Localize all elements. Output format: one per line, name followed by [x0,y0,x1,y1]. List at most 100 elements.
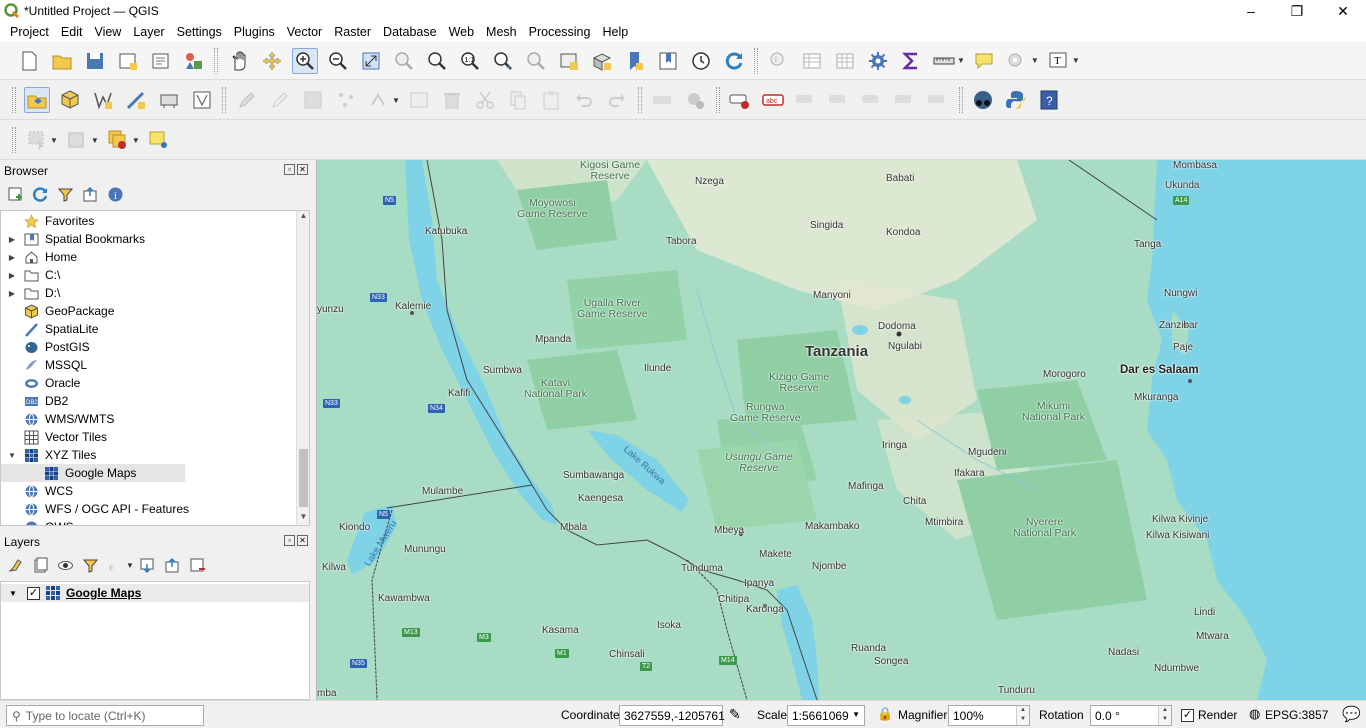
browser-item-wms-wmts[interactable]: WMS/WMTS [1,410,114,428]
zoom-to-selection-button[interactable] [391,48,417,74]
refresh-button[interactable] [721,48,747,74]
menu-settings[interactable]: Settings [171,22,228,42]
browser-item-favorites[interactable]: Favorites [1,212,94,230]
layers-close-button[interactable]: ✕ [297,535,308,546]
open-layer-styling-icon[interactable] [4,554,26,576]
identify-pin-button[interactable] [146,127,172,153]
pan-to-selection-button[interactable] [259,48,285,74]
magnifier-spin-arrows[interactable]: ▲ ▼ [1016,706,1029,725]
browser-item-spatialite[interactable]: SpatiaLite [1,320,98,338]
undo-button[interactable] [571,87,597,113]
browser-item-google-maps[interactable]: Google Maps [1,464,185,482]
browser-item-wcs[interactable]: WCS [1,482,73,500]
refresh-icon[interactable] [29,183,51,205]
toolbar-grip[interactable] [222,87,226,113]
menu-edit[interactable]: Edit [55,22,89,42]
new-project-button[interactable] [16,48,42,74]
new-spatialite-layer-button[interactable] [123,87,149,113]
browser-item-ows[interactable]: OWS [1,518,74,525]
processing-toolbox-button[interactable] [865,48,891,74]
redo-button[interactable] [604,87,630,113]
toggle-extents-icon[interactable]: ✎ [729,706,741,723]
toolbar-grip[interactable] [754,47,758,74]
add-group-icon[interactable] [29,554,51,576]
menu-project[interactable]: Project [4,22,55,42]
rotation-spin-arrows[interactable]: ▲ ▼ [1158,706,1171,725]
expand-arrow[interactable]: ▶ [7,235,17,244]
expand-all-icon[interactable] [137,554,159,576]
zoom-out-button[interactable] [325,48,351,74]
pin-unpin-labels-button[interactable] [793,87,819,113]
measure-dropdown-arrow[interactable]: ▼ [957,56,965,65]
zoom-to-layer-button[interactable] [424,48,450,74]
toolbar-grip[interactable] [958,87,963,113]
browser-item-postgis[interactable]: PostGIS [1,338,90,356]
filter-legend-icon[interactable] [79,554,101,576]
select-by-value-button[interactable] [64,127,90,153]
python-console-button[interactable] [1003,87,1029,113]
toolbar-grip[interactable] [637,87,642,113]
scale-dropdown-arrow[interactable]: ▼ [852,710,860,719]
menu-web[interactable]: Web [443,22,480,42]
remove-layer-icon[interactable] [187,554,209,576]
layer-row-google-maps[interactable]: ▼ ✓ Google Maps [1,584,309,602]
save-layer-edits-button[interactable] [300,87,326,113]
menu-vector[interactable]: Vector [281,22,328,42]
scroll-thumb[interactable] [299,449,308,507]
filter-legend-by-expression-icon[interactable]: ε [104,554,126,576]
text-annotation-button[interactable]: T [1045,48,1071,74]
label-toolbar-button[interactable] [649,87,675,113]
browser-item-mssql[interactable]: MSSQL [1,356,87,374]
maximize-button[interactable]: ❐ [1274,0,1320,22]
paste-features-button[interactable] [538,87,564,113]
deselect-all-button[interactable] [105,127,131,153]
change-label-button[interactable] [925,87,951,113]
map-canvas[interactable]: Mombasa Ukunda Tanga Nungwi Zanzibar Paj… [316,160,1366,700]
select-dropdown-arrow[interactable]: ▼ [50,136,58,145]
copy-features-button[interactable] [505,87,531,113]
show-bookmarks-button[interactable] [655,48,681,74]
zoom-in-button[interactable] [291,47,318,74]
delete-selected-button[interactable] [439,87,465,113]
messages-icon[interactable]: 💬 [1342,705,1361,723]
coordinate-field[interactable]: 3627559,-1205761 [619,705,725,726]
zoom-full-button[interactable] [358,48,384,74]
current-edits-button[interactable] [234,87,260,113]
new-map-view-button[interactable] [556,48,582,74]
layout-manager-button[interactable] [148,48,174,74]
crs-globe-icon[interactable]: ◍ [1249,706,1260,722]
open-project-button[interactable] [49,48,75,74]
toolbar-grip[interactable] [214,47,218,74]
save-project-button[interactable] [82,48,108,74]
collapse-all-layers-icon[interactable] [162,554,184,576]
new-shapefile-layer-button[interactable] [90,87,116,113]
browser-item-vector-tiles[interactable]: Vector Tiles [1,428,107,446]
toolbar-grip[interactable] [715,87,720,113]
help-contents-button[interactable]: ? [1036,87,1062,113]
temporal-controller-button[interactable] [688,48,714,74]
toolbar-grip[interactable] [12,127,16,153]
expand-arrow[interactable]: ▶ [7,271,17,280]
browser-close-button[interactable]: ✕ [297,164,308,175]
new-virtual-layer-button[interactable] [156,87,182,113]
browser-item-wfs-ogc-api-features[interactable]: WFS / OGC API - Features [1,500,189,518]
manage-map-themes-icon[interactable] [54,554,76,576]
browser-item-home[interactable]: ▶ Home [1,248,77,266]
filter-icon[interactable] [54,183,76,205]
browser-item-xyz-tiles[interactable]: ▼ XYZ Tiles [1,446,96,464]
move-label-button[interactable] [859,87,885,113]
properties-info-icon[interactable]: i [104,183,126,205]
expand-arrow[interactable]: ▶ [7,289,17,298]
render-checkbox[interactable]: ✓ [1181,709,1194,722]
menu-database[interactable]: Database [377,22,443,42]
browser-item-geopackage[interactable]: GeoPackage [1,302,114,320]
toggle-display-of-unplaced-labels-button[interactable]: abc [760,87,786,113]
menu-view[interactable]: View [88,22,127,42]
filter-expression-dropdown-arrow[interactable]: ▼ [126,561,134,570]
zoom-next-button[interactable] [523,48,549,74]
new-temporary-scratch-layer-button[interactable] [189,87,215,113]
identify-features-button[interactable]: i [766,48,792,74]
zoom-last-button[interactable] [490,48,516,74]
actions-button[interactable] [1004,48,1030,74]
new-print-layout-button[interactable] [115,48,141,74]
